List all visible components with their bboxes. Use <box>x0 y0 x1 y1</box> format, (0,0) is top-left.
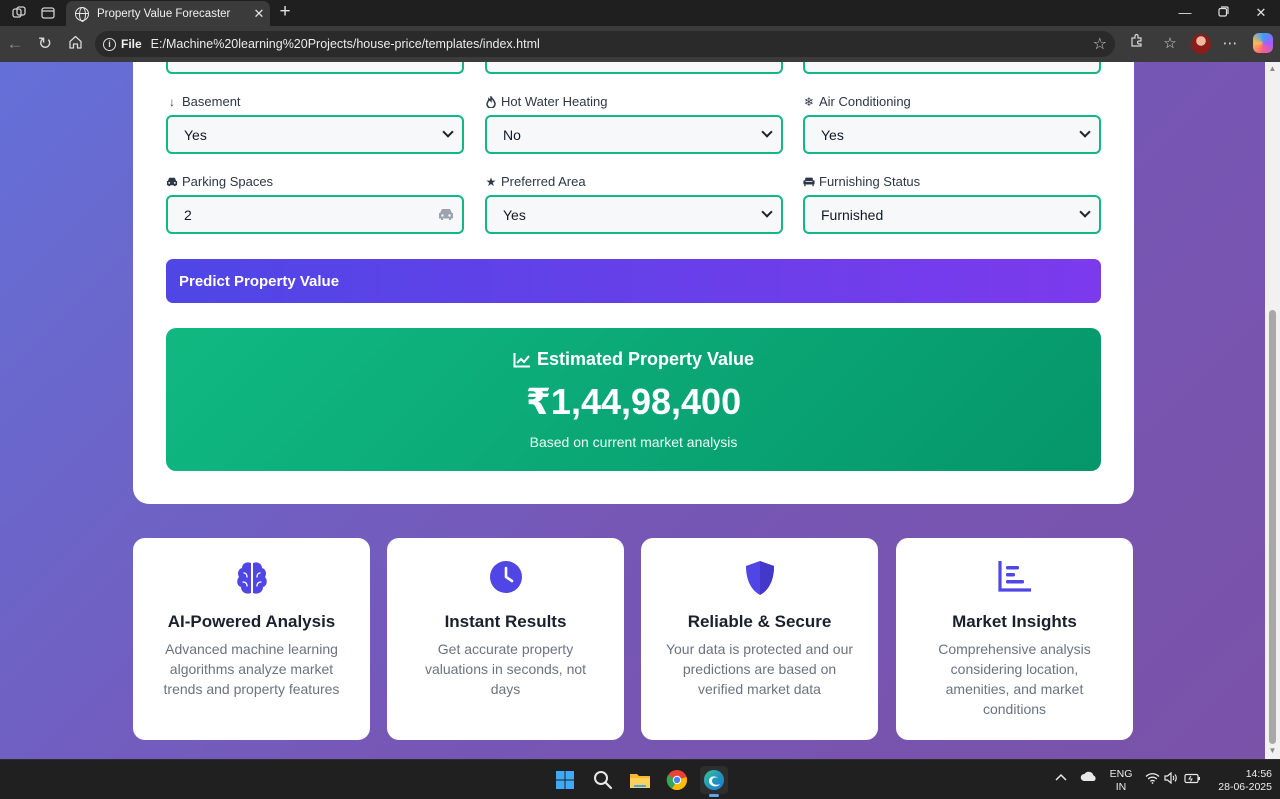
preferred-area-select[interactable]: Yes <box>485 195 783 234</box>
extensions-icon[interactable] <box>1124 33 1148 55</box>
scrollbar-thumb[interactable] <box>1269 310 1276 744</box>
minimize-icon[interactable]: — <box>1167 3 1203 23</box>
back-icon[interactable]: ← <box>3 33 27 55</box>
hot-water-heating-select[interactable]: No <box>485 115 783 154</box>
feature-description: Get accurate property valuations in seco… <box>424 641 587 697</box>
info-icon[interactable]: i <box>103 37 116 51</box>
line-chart-icon <box>513 352 530 367</box>
language-indicator[interactable]: ENG IN <box>1108 768 1134 794</box>
feature-card-instant: Instant Results Get accurate property va… <box>387 538 624 740</box>
chevron-down-icon <box>761 206 773 218</box>
air-conditioning-select[interactable]: Yes <box>803 115 1101 154</box>
clock-display[interactable]: 14:56 28-06-2025 <box>1206 768 1272 794</box>
search-icon[interactable] <box>589 766 617 794</box>
scroll-up-icon[interactable]: ▲ <box>1268 64 1277 73</box>
chevron-down-icon <box>1079 206 1091 218</box>
car-icon <box>439 209 453 220</box>
feature-title: Market Insights <box>952 612 1077 631</box>
file-scheme-label: File <box>121 37 142 51</box>
air-conditioning-label: ❄ Air Conditioning <box>803 94 911 109</box>
profile-avatar[interactable] <box>1191 34 1211 54</box>
preferred-area-label: ★ Preferred Area <box>485 174 586 189</box>
tray-chevron-icon[interactable] <box>1055 772 1067 784</box>
star-icon: ★ <box>485 174 497 189</box>
basement-select[interactable]: Yes <box>166 115 464 154</box>
result-title: Estimated Property Value <box>166 349 1101 370</box>
refresh-icon[interactable]: ↻ <box>33 33 57 55</box>
copilot-icon[interactable] <box>1253 33 1273 53</box>
chevron-down-icon <box>761 126 773 138</box>
clock-icon <box>387 560 624 596</box>
field-partial-2[interactable] <box>485 62 783 74</box>
parking-spaces-input[interactable]: 2 <box>166 195 464 234</box>
flame-icon <box>485 95 497 108</box>
prediction-form-card: ↓ Basement Yes Hot Water Heating No ❄ Ai… <box>133 62 1134 504</box>
browser-tab-bar: Property Value Forecaster ✕ + — ✕ <box>0 0 1280 26</box>
favorite-star-icon[interactable]: ☆ <box>1093 34 1107 54</box>
more-options-icon[interactable]: ⋯ <box>1218 33 1242 55</box>
address-bar[interactable]: i File E:/Machine%20learning%20Projects/… <box>95 31 1115 57</box>
shield-icon <box>641 560 878 596</box>
furnishing-status-label: Furnishing Status <box>803 174 920 189</box>
windows-taskbar: ENG IN 14:56 28-06-2025 <box>0 759 1280 799</box>
field-partial-3[interactable] <box>803 62 1101 74</box>
feature-title: AI-Powered Analysis <box>167 612 336 631</box>
feature-title: Reliable & Secure <box>687 612 832 631</box>
feature-card-secure: Reliable & Secure Your data is protected… <box>641 538 878 740</box>
snowflake-icon: ❄ <box>803 94 815 109</box>
car-icon <box>166 176 178 187</box>
edge-icon[interactable] <box>700 766 728 797</box>
bar-chart-icon <box>896 560 1133 596</box>
globe-icon <box>75 6 89 22</box>
feature-description: Advanced machine learning algorithms ana… <box>163 641 340 697</box>
page-scrollbar[interactable]: ▲ ▼ <box>1265 62 1280 759</box>
tab-title: Property Value Forecaster <box>97 7 231 20</box>
new-tab-icon[interactable]: + <box>274 2 296 22</box>
result-panel: Estimated Property Value ₹1,44,98,400 Ba… <box>166 328 1101 471</box>
start-icon[interactable] <box>551 766 579 794</box>
volume-icon[interactable] <box>1164 771 1179 787</box>
feature-description: Your data is protected and our predictio… <box>665 641 854 697</box>
estimated-value: ₹1,44,98,400 <box>525 381 742 422</box>
wifi-icon[interactable] <box>1145 772 1160 787</box>
couch-icon <box>803 176 815 187</box>
basement-label: ↓ Basement <box>166 94 241 109</box>
feature-description: Comprehensive analysis considering locat… <box>938 641 1091 717</box>
feature-card-insights: Market Insights Comprehensive analysis c… <box>896 538 1133 740</box>
hot-water-heating-label: Hot Water Heating <box>485 94 607 109</box>
parking-spaces-label: Parking Spaces <box>166 174 273 189</box>
feature-title: Instant Results <box>444 612 567 631</box>
tab-actions-icon[interactable] <box>37 3 59 23</box>
predict-button[interactable]: Predict Property Value <box>166 259 1101 303</box>
url-text[interactable]: E:/Machine%20learning%20Projects/house-p… <box>151 37 540 51</box>
home-icon[interactable] <box>63 33 87 55</box>
onedrive-icon[interactable] <box>1080 771 1098 785</box>
tab-active[interactable]: Property Value Forecaster ✕ <box>66 1 270 26</box>
arrow-down-icon: ↓ <box>169 94 175 109</box>
chevron-down-icon <box>1079 126 1091 138</box>
close-tab-icon[interactable]: ✕ <box>248 6 270 22</box>
brain-icon <box>133 560 370 596</box>
battery-icon[interactable] <box>1184 773 1201 787</box>
favorites-icon[interactable]: ☆ <box>1158 33 1182 55</box>
page-viewport: ↓ Basement Yes Hot Water Heating No ❄ Ai… <box>0 62 1265 759</box>
result-note: Based on current market analysis <box>529 434 738 450</box>
chrome-icon[interactable] <box>663 766 691 794</box>
chevron-down-icon <box>442 126 454 138</box>
scroll-down-icon[interactable]: ▼ <box>1268 746 1277 755</box>
file-explorer-icon[interactable] <box>626 766 654 794</box>
workspaces-icon[interactable] <box>8 3 30 23</box>
browser-toolbar: ← ↻ i File E:/Machine%20learning%20Proje… <box>0 26 1280 62</box>
field-partial-1[interactable] <box>166 62 464 74</box>
furnishing-status-select[interactable]: Furnished <box>803 195 1101 234</box>
close-window-icon[interactable]: ✕ <box>1243 3 1279 23</box>
feature-card-ai: AI-Powered Analysis Advanced machine lea… <box>133 538 370 740</box>
maximize-icon[interactable] <box>1205 3 1241 23</box>
